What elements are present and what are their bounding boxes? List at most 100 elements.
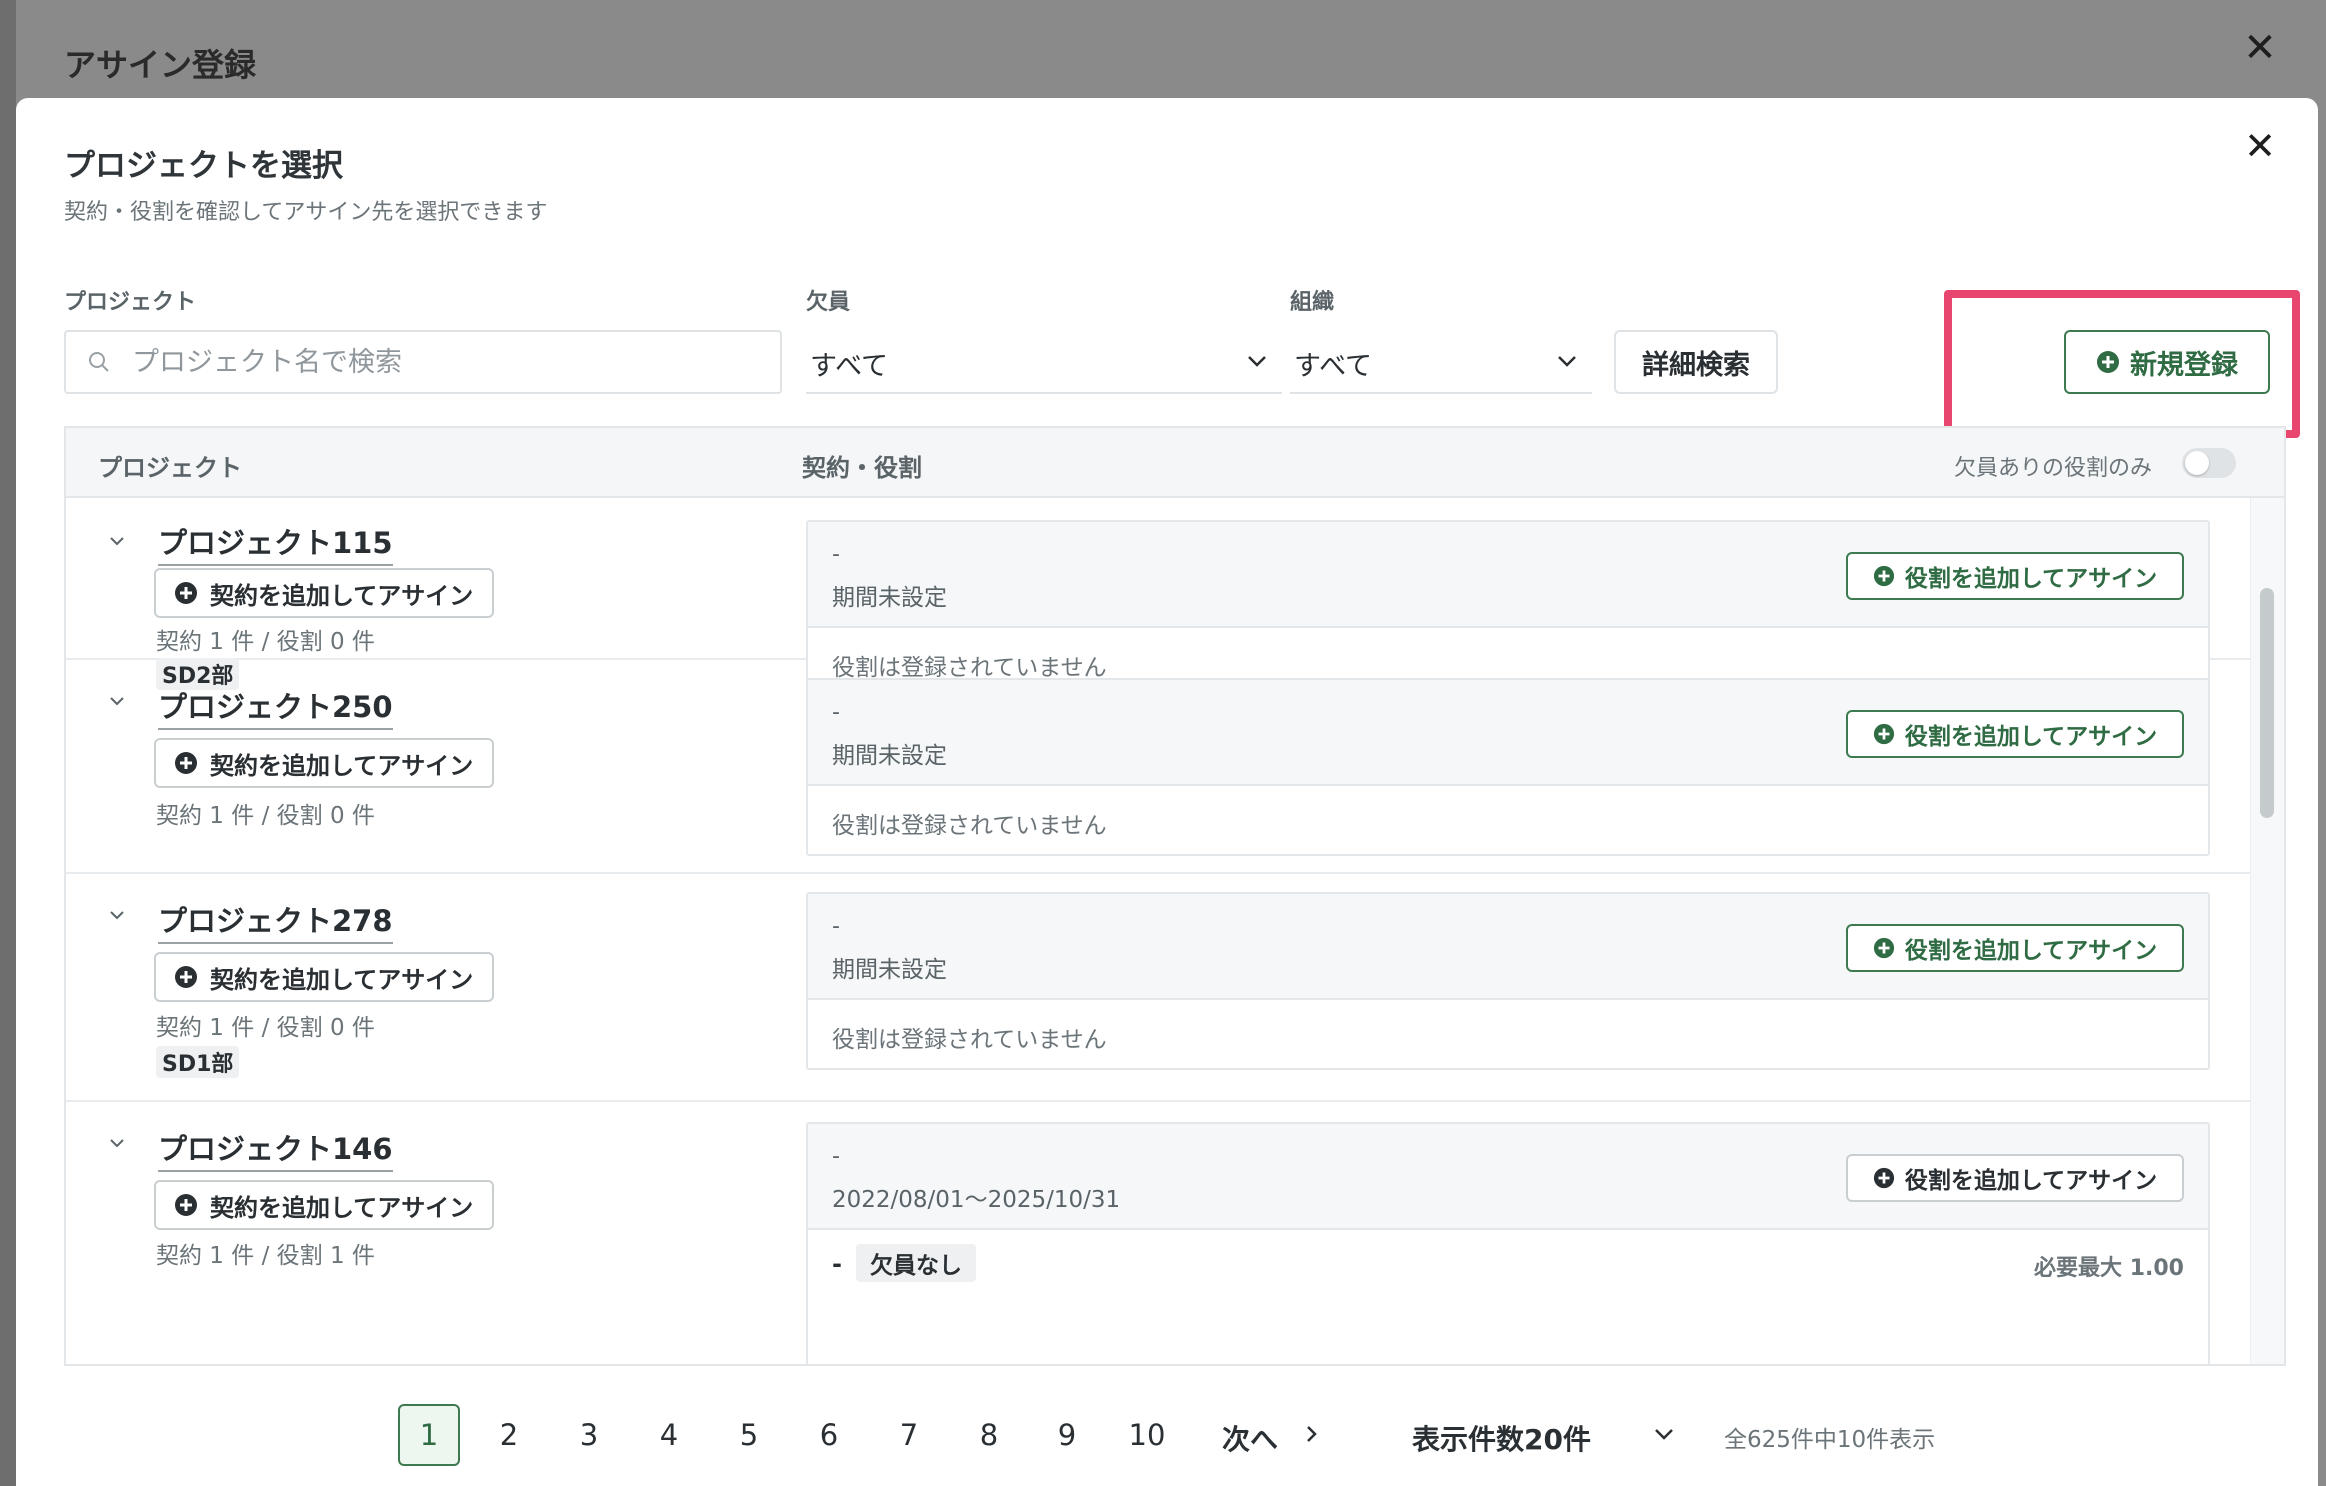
table-row: プロジェクト250 契約を追加してアサイン 契約 1 件 / 役割 0 件 - …: [66, 660, 2250, 874]
contract-card: - 期間未設定 役割を追加してアサイン 役割は登録されていません: [806, 678, 2210, 856]
add-role-label: 役割を追加してアサイン: [1904, 724, 2158, 750]
project-name-link[interactable]: プロジェクト115: [158, 520, 393, 566]
org-filter-label: 組織: [1290, 290, 1335, 315]
org-select[interactable]: すべて: [1290, 330, 1592, 394]
add-role-button[interactable]: 役割を追加してアサイン: [1846, 552, 2184, 600]
chevron-down-icon[interactable]: [1652, 1422, 1676, 1446]
contract-name: -: [832, 1144, 840, 1169]
background-close-icon[interactable]: ✕: [2240, 28, 2280, 68]
role-row: - 欠員なし 必要最大 1.00: [832, 1244, 2184, 1284]
scrollbar-thumb[interactable]: [2260, 588, 2274, 818]
contract-header: - 2022/08/01〜2025/10/31 役割を追加してアサイン: [808, 1124, 2208, 1230]
chevron-right-icon[interactable]: [1302, 1422, 1322, 1446]
chevron-down-icon[interactable]: [106, 1132, 128, 1154]
contract-header: - 期間未設定 役割を追加してアサイン: [808, 522, 2208, 628]
page-button-10[interactable]: 10: [1116, 1404, 1178, 1466]
new-register-label: 新規登録: [2130, 349, 2238, 381]
vacancy-status-badge: 欠員なし: [856, 1244, 976, 1282]
project-stats: 契約 1 件 / 役割 0 件: [156, 629, 375, 655]
chevron-down-icon: [1248, 356, 1266, 367]
add-contract-label: 契約を追加してアサイン: [210, 751, 474, 780]
select-project-modal: ✕ プロジェクトを選択 契約・役割を確認してアサイン先を選択できます プロジェク…: [16, 98, 2318, 1486]
chevron-down-icon[interactable]: [106, 530, 128, 552]
project-table: プロジェクト 契約・役割 欠員ありの役割のみ プロジェクト115 契約を追加して…: [64, 426, 2286, 1366]
project-name-link[interactable]: プロジェクト250: [158, 684, 393, 730]
add-role-button[interactable]: 役割を追加してアサイン: [1846, 924, 2184, 972]
column-header-contract: 契約・役割: [802, 454, 922, 482]
vacancy-select-value: すべて: [810, 351, 889, 382]
contract-header: - 期間未設定 役割を追加してアサイン: [808, 680, 2208, 786]
add-contract-button[interactable]: 契約を追加してアサイン: [154, 568, 494, 618]
add-contract-label: 契約を追加してアサイン: [210, 581, 474, 610]
plus-circle-icon: [175, 752, 197, 774]
add-role-button[interactable]: 役割を追加してアサイン: [1846, 1154, 2184, 1202]
table-header: プロジェクト 契約・役割 欠員ありの役割のみ: [66, 428, 2284, 498]
page-button-4[interactable]: 4: [638, 1404, 700, 1466]
page-button-8[interactable]: 8: [958, 1404, 1020, 1466]
table-row: プロジェクト115 契約を追加してアサイン 契約 1 件 / 役割 0 件 SD…: [66, 512, 2250, 698]
role-name: -: [832, 1250, 842, 1278]
org-select-value: すべて: [1294, 351, 1373, 382]
page-button-9[interactable]: 9: [1036, 1404, 1098, 1466]
background-dialog-title: アサイン登録: [64, 46, 257, 84]
page-button-7[interactable]: 7: [878, 1404, 940, 1466]
contract-card: - 2022/08/01〜2025/10/31 役割を追加してアサイン - 欠員…: [806, 1122, 2210, 1364]
chevron-down-icon[interactable]: [106, 904, 128, 926]
pagination: 1 2 3 4 5 6 7 8 9 10 次へ 表示件数20件 全625件中10…: [16, 1398, 2318, 1468]
vacancy-only-toggle[interactable]: [2182, 448, 2236, 478]
vacancy-filter-label: 欠員: [806, 290, 851, 315]
chevron-down-icon[interactable]: [106, 690, 128, 712]
plus-circle-icon: [1873, 565, 1894, 587]
page-button-2[interactable]: 2: [478, 1404, 540, 1466]
contract-period: 期間未設定: [832, 957, 947, 983]
page-button-1[interactable]: 1: [398, 1404, 460, 1466]
add-contract-button[interactable]: 契約を追加してアサイン: [154, 952, 494, 1002]
next-page-link[interactable]: 次へ: [1222, 1418, 1278, 1458]
project-stats: 契約 1 件 / 役割 1 件: [156, 1243, 375, 1269]
table-row: プロジェクト146 契約を追加してアサイン 契約 1 件 / 役割 1 件 - …: [66, 1102, 2250, 1364]
vacancy-select[interactable]: すべて: [806, 330, 1282, 394]
contract-name: -: [832, 914, 840, 939]
add-role-label: 役割を追加してアサイン: [1904, 1168, 2158, 1194]
plus-circle-icon: [1873, 937, 1894, 959]
close-icon[interactable]: ✕: [2240, 126, 2280, 166]
project-name-link[interactable]: プロジェクト278: [158, 898, 393, 944]
plus-circle-icon: [175, 1194, 197, 1216]
table-row: プロジェクト278 契約を追加してアサイン 契約 1 件 / 役割 0 件 SD…: [66, 874, 2250, 1102]
modal-subtitle: 契約・役割を確認してアサイン先を選択できます: [64, 200, 548, 225]
vacancy-only-label: 欠員ありの役割のみ: [1954, 456, 2153, 481]
project-stats: 契約 1 件 / 役割 0 件: [156, 803, 375, 829]
search-icon: [89, 352, 109, 372]
contract-card: - 期間未設定 役割を追加してアサイン 役割は登録されていません: [806, 892, 2210, 1070]
project-name-link[interactable]: プロジェクト146: [158, 1126, 393, 1172]
page-button-5[interactable]: 5: [718, 1404, 780, 1466]
detail-search-button[interactable]: 詳細検索: [1614, 330, 1778, 394]
detail-search-label: 詳細検索: [1642, 349, 1750, 381]
add-contract-button[interactable]: 契約を追加してアサイン: [154, 1180, 494, 1230]
result-count: 全625件中10件表示: [1724, 1427, 1936, 1453]
chevron-down-icon: [1558, 356, 1576, 367]
project-stats: 契約 1 件 / 役割 0 件: [156, 1015, 375, 1041]
add-role-button[interactable]: 役割を追加してアサイン: [1846, 710, 2184, 758]
contract-period: 期間未設定: [832, 743, 947, 769]
add-role-label: 役割を追加してアサイン: [1904, 566, 2158, 592]
add-contract-button[interactable]: 契約を追加してアサイン: [154, 738, 494, 788]
plus-circle-icon: [2097, 351, 2119, 373]
plus-circle-icon: [1873, 1167, 1894, 1189]
page-button-6[interactable]: 6: [798, 1404, 860, 1466]
contract-name: -: [832, 542, 840, 567]
page-button-3[interactable]: 3: [558, 1404, 620, 1466]
toggle-knob: [2185, 451, 2209, 475]
project-search-input[interactable]: [132, 342, 752, 382]
project-search-field[interactable]: [64, 330, 782, 394]
contract-period: 2022/08/01〜2025/10/31: [832, 1187, 1121, 1213]
modal-title: プロジェクトを選択: [64, 148, 343, 184]
add-contract-label: 契約を追加してアサイン: [210, 1193, 474, 1222]
new-register-button[interactable]: 新規登録: [2064, 330, 2270, 394]
contract-header: - 期間未設定 役割を追加してアサイン: [808, 894, 2208, 1000]
plus-circle-icon: [175, 582, 197, 604]
contract-period: 期間未設定: [832, 585, 947, 611]
no-roles-text: 役割は登録されていません: [832, 813, 1107, 839]
background-page: [0, 0, 16, 1486]
per-page-select[interactable]: 表示件数20件: [1412, 1418, 1591, 1458]
